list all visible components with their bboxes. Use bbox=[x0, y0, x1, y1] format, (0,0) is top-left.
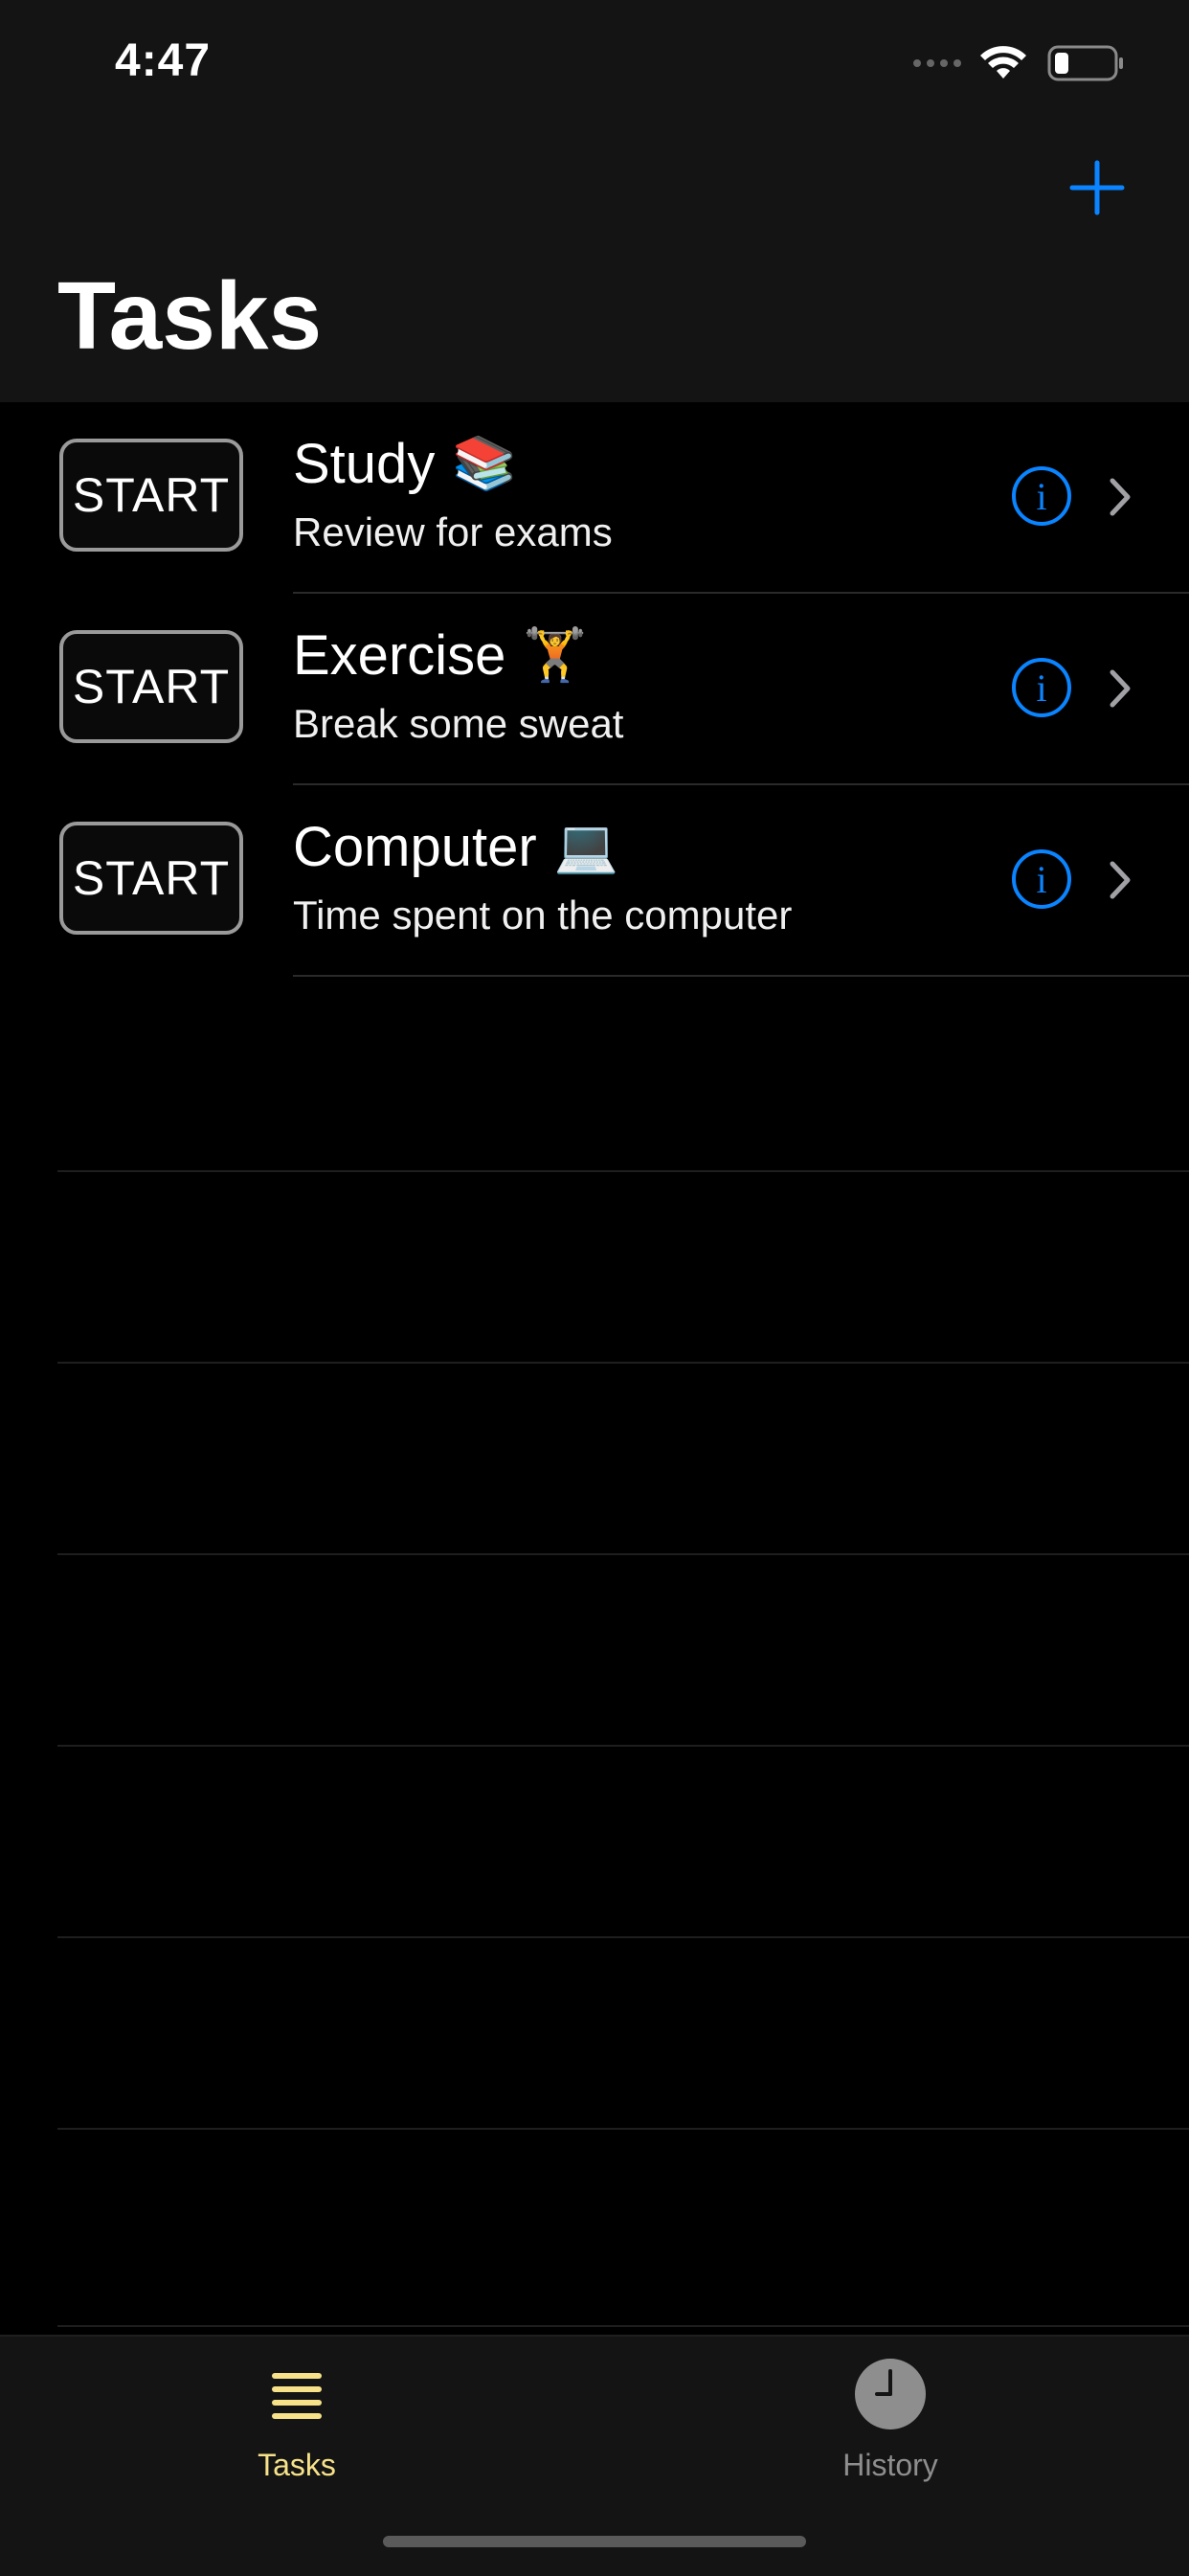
row-separator bbox=[57, 1170, 1189, 1172]
row-separator bbox=[57, 1553, 1189, 1555]
chevron-right-icon[interactable] bbox=[1107, 668, 1133, 709]
info-icon[interactable]: i bbox=[1011, 657, 1072, 718]
task-name: Exercise bbox=[293, 624, 506, 687]
home-indicator bbox=[383, 2536, 806, 2547]
tab-label: History bbox=[842, 2448, 938, 2482]
row-separator bbox=[57, 2325, 1189, 2327]
status-icons bbox=[913, 42, 1126, 84]
list-icon bbox=[258, 2356, 335, 2432]
row-separator bbox=[57, 1745, 1189, 1747]
start-button[interactable]: START bbox=[59, 822, 243, 935]
tab-label: Tasks bbox=[258, 2448, 336, 2482]
task-title: Exercise 🏋️ bbox=[293, 622, 588, 689]
wifi-icon bbox=[980, 46, 1026, 79]
row-separator bbox=[293, 975, 1189, 977]
info-icon[interactable]: i bbox=[1011, 848, 1072, 910]
list-item[interactable]: START Computer 💻 Time spent on the compu… bbox=[0, 785, 1189, 977]
svg-text:i: i bbox=[1036, 858, 1046, 901]
start-button[interactable]: START bbox=[59, 439, 243, 552]
status-time: 4:47 bbox=[115, 35, 212, 86]
task-name: Study bbox=[293, 433, 436, 495]
tab-history[interactable]: History bbox=[747, 2356, 1034, 2483]
list-item[interactable]: START Study 📚 Review for exams i bbox=[0, 402, 1189, 594]
chevron-right-icon[interactable] bbox=[1107, 477, 1133, 517]
plus-icon bbox=[1069, 160, 1125, 215]
battery-icon bbox=[1047, 45, 1123, 81]
task-title: Computer 💻 bbox=[293, 814, 618, 881]
tab-tasks[interactable]: Tasks bbox=[153, 2356, 440, 2483]
row-separator bbox=[57, 1936, 1189, 1938]
start-button[interactable]: START bbox=[59, 630, 243, 743]
add-task-button[interactable] bbox=[1063, 153, 1132, 222]
svg-text:i: i bbox=[1036, 667, 1046, 710]
row-separator bbox=[57, 2128, 1189, 2130]
laptop-emoji-icon: 💻 bbox=[553, 818, 618, 876]
task-title: Study 📚 bbox=[293, 431, 517, 498]
page-title: Tasks bbox=[57, 262, 323, 370]
task-subtitle: Review for exams bbox=[293, 509, 613, 554]
task-list: START Study 📚 Review for exams i START E… bbox=[0, 402, 1189, 977]
task-subtitle: Time spent on the computer bbox=[293, 893, 793, 938]
row-separator bbox=[57, 1362, 1189, 1364]
clock-icon bbox=[852, 2356, 929, 2432]
svg-text:i: i bbox=[1036, 475, 1046, 518]
books-emoji-icon: 📚 bbox=[452, 435, 517, 493]
task-subtitle: Break some sweat bbox=[293, 701, 624, 746]
info-icon[interactable]: i bbox=[1011, 465, 1072, 527]
list-item[interactable]: START Exercise 🏋️ Break some sweat i bbox=[0, 594, 1189, 785]
top-bar: 4:47 Tasks bbox=[0, 0, 1189, 402]
task-name: Computer bbox=[293, 816, 537, 878]
chevron-right-icon[interactable] bbox=[1107, 860, 1133, 900]
signal-icon bbox=[913, 59, 961, 67]
weightlifter-emoji-icon: 🏋️ bbox=[523, 626, 588, 685]
